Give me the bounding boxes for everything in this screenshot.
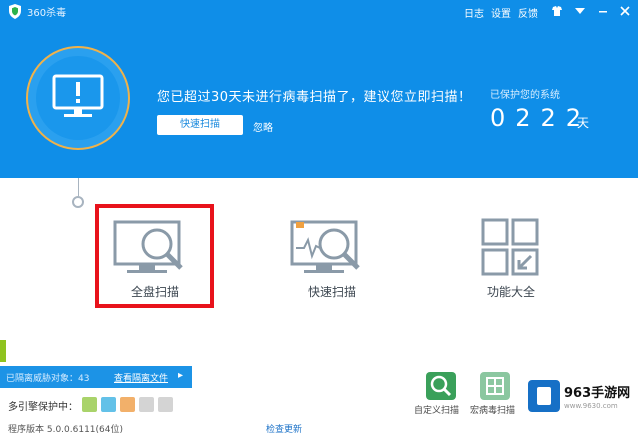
- quarantine-text: 已隔离威胁对象：43: [6, 374, 90, 384]
- protect-label: 已保护您的系统: [490, 90, 560, 101]
- full-scan-highlight-box: [95, 204, 214, 308]
- toolbox-tile[interactable]: 功能大全: [451, 208, 571, 308]
- macro-scan-icon[interactable]: [480, 372, 510, 400]
- app-title: 360杀毒: [27, 8, 67, 19]
- watermark-url: www.9630.com: [564, 402, 618, 410]
- timeline-dot: [72, 196, 84, 208]
- grid-arrow-icon: [481, 218, 539, 276]
- quick-scan-label: 快速扫描: [307, 285, 356, 299]
- protected-days-value: 0222: [490, 104, 592, 132]
- days-unit: 天: [577, 116, 590, 130]
- scan-reminder-text: 您已超过30天未进行病毒扫描了，建议您立即扫描！: [157, 90, 472, 105]
- check-update-link[interactable]: 检查更新: [266, 422, 302, 435]
- engine-5-icon[interactable]: [158, 397, 173, 412]
- engine-2-icon[interactable]: [101, 397, 116, 412]
- monitor-pulse-magnifier-icon: [290, 220, 360, 273]
- engine-1-icon[interactable]: [82, 397, 97, 412]
- ignore-link[interactable]: 忽略: [253, 119, 273, 134]
- titlebar: 360杀毒 日志 设置 反馈: [0, 0, 638, 24]
- macro-scan-label[interactable]: 宏病毒扫描: [470, 403, 515, 416]
- quick-scan-button[interactable]: 快速扫描: [157, 115, 243, 135]
- quick-scan-tile[interactable]: 快速扫描: [272, 208, 392, 308]
- custom-scan-label[interactable]: 自定义扫描: [414, 403, 459, 416]
- close-icon[interactable]: [618, 4, 632, 18]
- view-quarantine-link[interactable]: 查看隔离文件: [114, 371, 168, 384]
- minimize-icon[interactable]: [596, 4, 610, 18]
- log-link[interactable]: 日志: [464, 5, 484, 20]
- status-ring: [26, 46, 130, 150]
- watermark-title: 963手游网: [564, 386, 631, 401]
- toolbox-label: 功能大全: [486, 285, 535, 299]
- header: 360杀毒 日志 设置 反馈 您已超过30天未进行病毒扫描了，建议您立即扫描！ …: [0, 0, 638, 178]
- site-watermark: 963手游网 www.9630.com: [520, 376, 638, 432]
- quarantine-bar: 已隔离威胁对象：43 查看隔离文件 ▸: [0, 366, 192, 388]
- feedback-link[interactable]: 反馈: [518, 5, 538, 20]
- settings-link[interactable]: 设置: [491, 5, 511, 20]
- warning-monitor-icon: [52, 74, 104, 117]
- menu-icon[interactable]: [573, 4, 587, 18]
- engine-3-icon[interactable]: [120, 397, 135, 412]
- engine-4-icon[interactable]: [139, 397, 154, 412]
- watermark-logo: [528, 380, 560, 412]
- skin-icon[interactable]: [550, 4, 564, 18]
- custom-scan-icon[interactable]: [426, 372, 456, 400]
- timeline-line: [78, 178, 79, 196]
- shield-logo-icon: [9, 4, 21, 19]
- chevron-right-icon[interactable]: ▸: [178, 370, 183, 381]
- engine-label: 多引擎保护中：: [8, 402, 78, 413]
- version-text: 程序版本 5.0.0.6111(64位): [8, 425, 124, 435]
- side-accent: [0, 340, 6, 362]
